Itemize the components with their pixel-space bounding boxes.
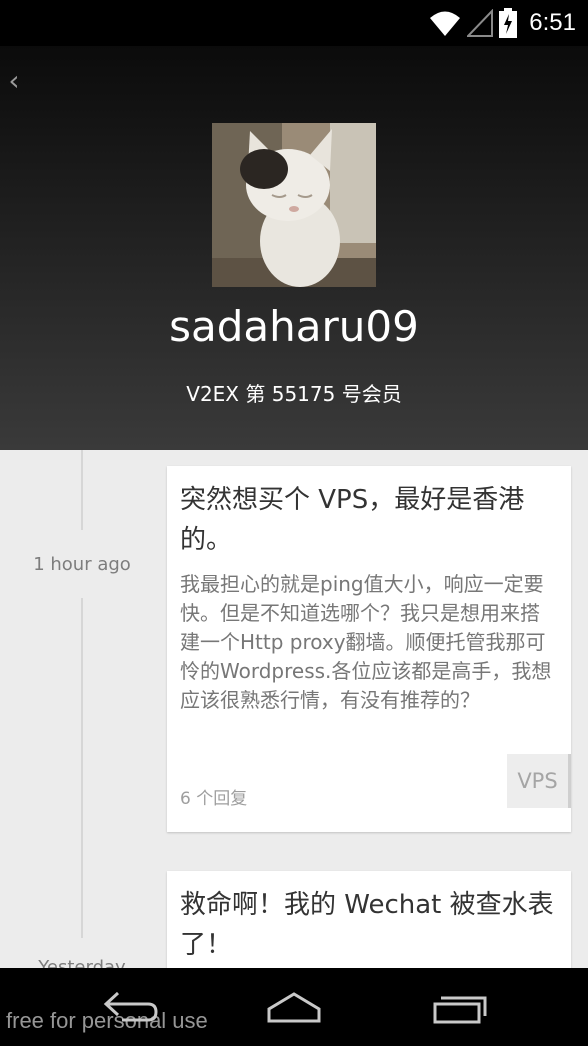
battery-charging-icon xyxy=(499,8,518,38)
watermark: free for personal use xyxy=(6,1008,208,1033)
recents-nav-button[interactable] xyxy=(424,982,494,1032)
reply-count: 6 个回复 xyxy=(180,789,248,809)
topic-title[interactable]: 突然想买个 VPS，最好是香港的。 xyxy=(180,480,558,560)
status-icons: 6:51 xyxy=(429,6,576,40)
home-nav-button[interactable] xyxy=(259,982,329,1032)
timeline-time-label: Yesterday xyxy=(38,957,126,968)
member-number: V2EX 第 55175 号会员 xyxy=(186,382,402,406)
profile-header: ‹ sadaharu09 V2EX 第 55175 号会员 xyxy=(0,46,588,450)
signal-icon xyxy=(467,9,494,37)
topic-excerpt: 我最担心的就是ping值大小，响应一定要快。但是不知道选哪个？我只是想用来搭建一… xyxy=(180,572,552,712)
back-chevron-icon[interactable]: ‹ xyxy=(4,64,24,98)
topic-card[interactable]: 突然想买个 VPS，最好是香港的。 我最担心的就是ping值大小，响应一定要快。… xyxy=(167,466,571,832)
status-bar: 6:51 xyxy=(0,0,588,46)
topic-title[interactable]: 救命啊！我的 Wechat 被查水表了！ xyxy=(180,885,558,965)
avatar xyxy=(212,123,376,287)
home-nav-icon xyxy=(267,992,321,1023)
username: sadaharu09 xyxy=(169,302,419,351)
topic-card[interactable]: 救命啊！我的 Wechat 被查水表了！ xyxy=(167,871,571,968)
timeline-line xyxy=(81,450,83,530)
navigation-bar xyxy=(0,968,588,1046)
timeline-line xyxy=(81,598,83,938)
recents-nav-icon xyxy=(433,996,487,1024)
node-tag[interactable]: VPS xyxy=(507,754,571,808)
timeline[interactable]: 1 hour ago 突然想买个 VPS，最好是香港的。 我最担心的就是ping… xyxy=(0,450,588,968)
timeline-time-label: 1 hour ago xyxy=(33,554,131,575)
wifi-icon xyxy=(430,11,461,36)
clock: 6:51 xyxy=(529,9,576,36)
